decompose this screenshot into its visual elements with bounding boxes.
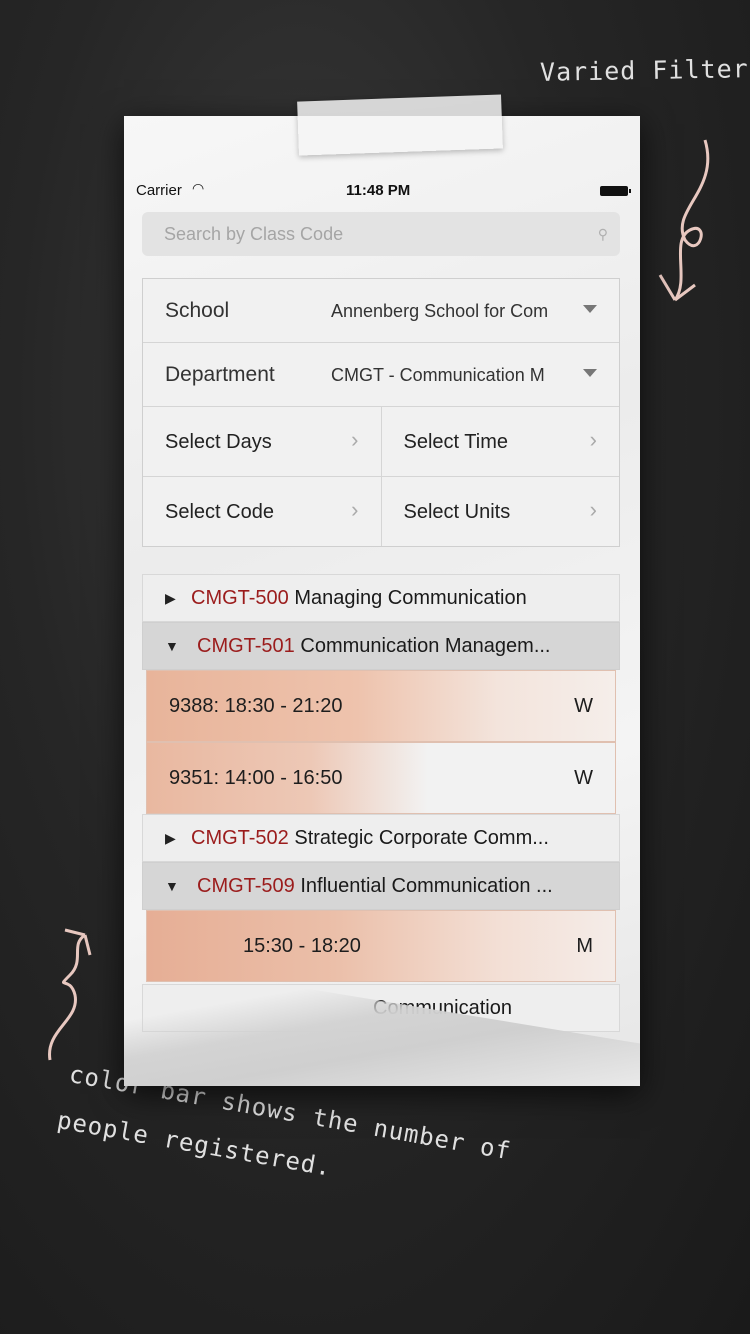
course-title: Strategic Corporate Comm... — [294, 827, 549, 849]
course-code: CMGT-501 — [197, 635, 295, 657]
disclosure-right-icon: ▶ — [165, 830, 176, 846]
section-day: M — [576, 935, 593, 957]
disclosure-down-icon: ▼ — [165, 878, 179, 894]
school-label: School — [165, 299, 230, 322]
school-value: Annenberg School for Com — [331, 301, 549, 321]
school-dropdown[interactable]: School Annenberg School for Com — [143, 279, 619, 343]
course-code: CMGT-500 — [191, 587, 289, 609]
curved-arrow-icon — [658, 139, 710, 302]
disclosure-down-icon: ▼ — [165, 638, 179, 654]
curved-arrow-up-icon — [48, 928, 92, 1061]
search-icon: ⚲ — [597, 226, 608, 242]
chevron-right-icon: › — [589, 497, 597, 522]
section-time: 9351: 14:00 - 16:50 — [169, 767, 343, 789]
wifi-icon: ◠ — [192, 180, 205, 196]
chevron-down-icon — [583, 369, 597, 377]
select-units-label: Select Units — [403, 501, 511, 523]
department-label: Department — [165, 363, 275, 386]
carrier-label: Carrier — [136, 182, 182, 199]
course-title: Managing Communication — [294, 587, 527, 609]
department-value: CMGT - Communication M — [331, 365, 545, 385]
course-row-expanded[interactable]: ▼ CMGT-501 Communication Managem... — [142, 622, 620, 670]
app-screen: Carrier ◠ 11:48 PM Search by Class Code … — [124, 116, 640, 1086]
course-title: Influential Communication ... — [300, 875, 553, 897]
course-title: Communication Managem... — [300, 635, 551, 657]
select-time-label: Select Time — [403, 431, 508, 453]
search-input[interactable]: Search by Class Code ⚲ — [142, 212, 620, 256]
chevron-right-icon: › — [351, 497, 359, 522]
department-dropdown[interactable]: Department CMGT - Communication M — [143, 343, 619, 407]
select-days-button[interactable]: Select Days › — [143, 407, 382, 476]
select-code-button[interactable]: Select Code › — [143, 477, 382, 546]
disclosure-right-icon: ▶ — [165, 590, 176, 606]
course-row[interactable]: ▶ CMGT-500 Managing Communication — [142, 574, 620, 622]
section-time: 15:30 - 18:20 — [243, 935, 361, 957]
course-row[interactable]: ▶ CMGT-502 Strategic Corporate Comm... — [142, 814, 620, 862]
course-code: CMGT-509 — [197, 875, 295, 897]
course-row-expanded[interactable]: ▼ CMGT-509 Influential Communication ... — [142, 862, 620, 910]
select-units-button[interactable]: Select Units › — [382, 477, 620, 546]
chevron-right-icon: › — [589, 427, 597, 452]
chevron-down-icon — [583, 305, 597, 313]
select-code-label: Select Code — [165, 501, 274, 523]
filter-panel: School Annenberg School for Com Departme… — [142, 278, 620, 547]
status-bar: Carrier ◠ 11:48 PM — [136, 180, 631, 202]
select-time-button[interactable]: Select Time › — [382, 407, 620, 476]
select-days-label: Select Days — [165, 431, 272, 453]
section-day: W — [574, 767, 593, 789]
section-day: W — [574, 695, 593, 717]
section-row[interactable]: 9388: 18:30 - 21:20 W — [146, 670, 616, 742]
battery-icon — [600, 186, 631, 196]
clock: 11:48 PM — [346, 182, 411, 199]
course-code: CMGT-502 — [191, 827, 289, 849]
chevron-right-icon: › — [351, 427, 359, 452]
search-placeholder: Search by Class Code — [164, 224, 344, 244]
section-time: 9388: 18:30 - 21:20 — [169, 695, 343, 717]
tape-strip — [297, 94, 503, 156]
section-row[interactable]: 9351: 14:00 - 16:50 W — [146, 742, 616, 814]
headline-annotation: Varied Filter — [539, 54, 749, 87]
